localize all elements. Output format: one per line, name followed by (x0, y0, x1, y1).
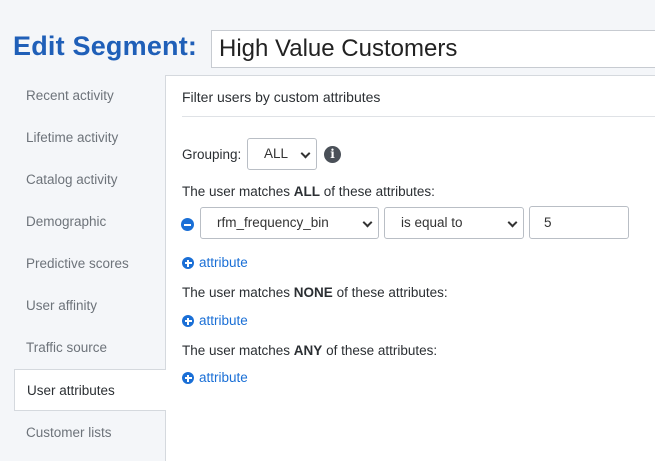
sidebar-item-lifetime-activity[interactable]: Lifetime activity (0, 117, 166, 159)
any-keyword: ANY (293, 343, 323, 358)
any-section-label: The user matches ANY of these attributes… (182, 343, 438, 358)
sidebar: Recent activity Lifetime activity Catalo… (0, 75, 166, 461)
all-section-label: The user matches ALL of these attributes… (182, 184, 435, 199)
sidebar-item-demographic[interactable]: Demographic (0, 201, 166, 243)
remove-rule-icon[interactable] (181, 218, 194, 231)
segment-name-input[interactable] (211, 30, 655, 68)
rule-value-input[interactable]: 5 (529, 206, 629, 239)
grouping-select[interactable]: ALL (247, 138, 317, 170)
attribute-select[interactable]: rfm_frequency_bin (200, 207, 379, 239)
chevron-down-icon (362, 217, 373, 228)
filter-panel: Filter users by custom attributes Groupi… (165, 75, 655, 461)
plus-circle-icon (182, 372, 194, 384)
operator-select[interactable]: is equal to (384, 207, 524, 239)
sidebar-item-customer-lists[interactable]: Customer lists (0, 412, 166, 454)
plus-circle-icon (182, 257, 194, 269)
panel-title: Filter users by custom attributes (182, 89, 381, 105)
all-keyword: ALL (293, 184, 321, 199)
none-section-label: The user matches NONE of these attribute… (182, 285, 448, 300)
plus-circle-icon (182, 315, 194, 327)
page-title: Edit Segment: (13, 31, 198, 61)
add-attribute-all-link[interactable]: attribute (182, 255, 248, 270)
chevron-down-icon (300, 148, 311, 159)
none-keyword: NONE (293, 285, 333, 300)
grouping-label: Grouping: (182, 147, 242, 162)
operator-select-value: is equal to (401, 215, 463, 230)
sidebar-item-user-attributes[interactable]: User attributes (14, 369, 166, 411)
sidebar-item-catalog-activity[interactable]: Catalog activity (0, 159, 166, 201)
grouping-select-value: ALL (264, 146, 289, 161)
add-attribute-none-link[interactable]: attribute (182, 313, 248, 328)
sidebar-item-recent-activity[interactable]: Recent activity (0, 75, 166, 117)
sidebar-item-user-affinity[interactable]: User affinity (0, 285, 166, 327)
divider (182, 116, 655, 117)
info-icon[interactable]: i (324, 146, 341, 163)
sidebar-item-traffic-source[interactable]: Traffic source (0, 327, 166, 369)
sidebar-item-predictive-scores[interactable]: Predictive scores (0, 243, 166, 285)
add-attribute-any-link[interactable]: attribute (182, 370, 248, 385)
attribute-select-value: rfm_frequency_bin (217, 215, 329, 230)
page-header: Edit Segment: (0, 0, 655, 75)
chevron-down-icon (507, 217, 518, 228)
